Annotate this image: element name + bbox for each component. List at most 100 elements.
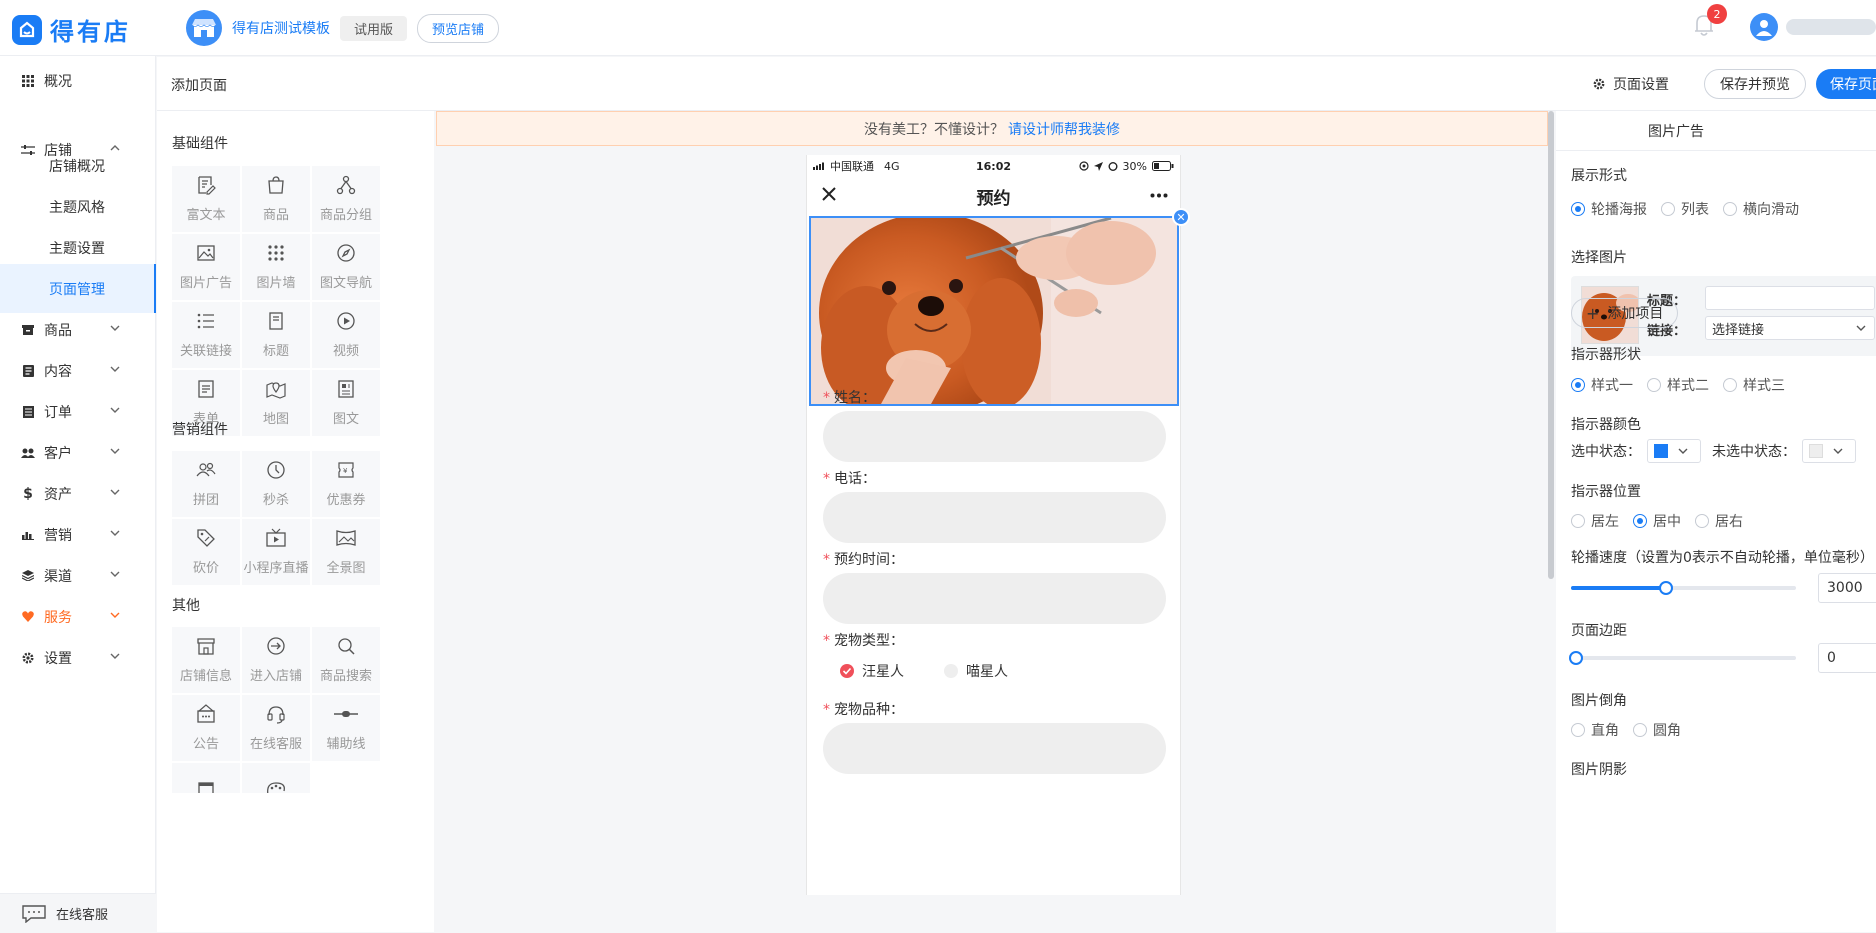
display-list-option[interactable]: 列表 [1661, 199, 1709, 219]
component-video[interactable]: 视频 [312, 302, 380, 368]
component-enter-store[interactable]: 进入店铺 [242, 627, 310, 693]
carousel-speed-slider[interactable] [1571, 581, 1796, 595]
component-image-wall[interactable]: 图片墙 [242, 234, 310, 300]
component-more-b[interactable] [242, 763, 310, 793]
trial-badge: 试用版 [340, 15, 408, 41]
page-margin-slider[interactable] [1569, 651, 1796, 665]
display-carousel-option[interactable]: 轮播海报 [1571, 199, 1647, 219]
sidebar: 概况 店铺 店铺概况 主题风格 主题设置 页面管理 商品 内容 订单 客户 $ … [0, 56, 156, 933]
appointment-time-input[interactable] [823, 573, 1166, 624]
component-bargain[interactable]: 砍价 [172, 519, 240, 585]
display-mode-radios: 轮播海报 列表 横向滑动 [1571, 199, 1813, 219]
component-mini-live[interactable]: 小程序直播 [242, 519, 310, 585]
brand-logo[interactable]: 得有店 [12, 12, 131, 47]
component-image-text[interactable]: 图文 [312, 370, 380, 436]
panorama-icon [335, 528, 357, 548]
component-store-info[interactable]: 店铺信息 [172, 627, 240, 693]
component-panorama[interactable]: 全景图 [312, 519, 380, 585]
component-divider[interactable]: 辅助线 [312, 695, 380, 761]
add-item-button[interactable]: + 添加项目 [1571, 298, 1679, 328]
battery-percent: 30% [1122, 159, 1147, 173]
pet-type-cat-option[interactable]: 喵星人 [944, 661, 1008, 681]
divider-line-icon [333, 704, 359, 724]
component-label: 地图 [262, 412, 289, 427]
component-rich-text[interactable]: 富文本 [172, 166, 240, 232]
user-avatar-icon [1750, 13, 1778, 41]
name-input[interactable] [823, 411, 1166, 462]
enter-arrow-icon [266, 636, 286, 656]
doc-icon [20, 364, 36, 377]
indicator-style-3-option[interactable]: 样式三 [1723, 375, 1785, 395]
component-related-links[interactable]: 关联链接 [172, 302, 240, 368]
notification-bell[interactable]: 2 [1693, 4, 1727, 37]
headset-icon [266, 704, 286, 724]
component-label: 商品 [262, 208, 289, 223]
position-right-option[interactable]: 居右 [1695, 511, 1743, 531]
sidebar-item-overview[interactable]: 概况 [0, 56, 156, 105]
component-flash-sale[interactable]: 秒杀 [242, 451, 310, 517]
carousel-speed-input[interactable]: 3000 [1818, 573, 1876, 603]
shop-avatar[interactable] [186, 10, 222, 46]
slider-handle[interactable] [1658, 581, 1673, 595]
sidebar-item-label: 服务 [44, 609, 72, 626]
chevron-down-icon [110, 488, 120, 496]
pet-breed-input[interactable] [823, 723, 1166, 774]
component-coupon[interactable]: ¥ 优惠券 [312, 451, 380, 517]
save-page-button[interactable]: 保存页面 [1816, 69, 1876, 99]
unselected-color-dropdown[interactable] [1802, 439, 1856, 463]
close-icon: ✕ [1176, 210, 1186, 224]
sidebar-item-settings[interactable]: 设置 [0, 633, 156, 682]
canvas-scrollbar[interactable] [1548, 111, 1554, 579]
item-title-input[interactable] [1705, 286, 1875, 310]
component-image-nav[interactable]: 图文导航 [312, 234, 380, 300]
component-announcement[interactable]: 公告 [172, 695, 240, 761]
remove-component-button[interactable]: ✕ [1172, 208, 1190, 226]
more-icon[interactable] [1150, 193, 1168, 198]
component-more-a[interactable] [172, 763, 240, 793]
save-and-preview-button[interactable]: 保存并预览 [1704, 69, 1806, 99]
page-settings-button[interactable]: 页面设置 [1593, 74, 1669, 94]
phone-input[interactable] [823, 492, 1166, 543]
gear-icon [1593, 78, 1605, 90]
component-label: 图片广告 [179, 276, 232, 291]
component-label: 优惠券 [326, 493, 366, 508]
indicator-style-1-option[interactable]: 样式一 [1571, 375, 1633, 395]
pet-type-dog-option[interactable]: 汪星人 [840, 661, 904, 681]
slider-handle[interactable] [1569, 651, 1583, 665]
checked-circle-icon [840, 664, 854, 678]
dog-grooming-photo [811, 218, 1177, 404]
hire-designer-link[interactable]: 请设计师帮我装修 [1008, 119, 1120, 139]
tv-play-icon [265, 528, 287, 548]
form-icon [196, 379, 216, 399]
position-left-option[interactable]: 居左 [1571, 511, 1619, 531]
component-group-buy[interactable]: 拼团 [172, 451, 240, 517]
map-pin-icon [266, 379, 286, 399]
phone-status-bar: 中国联通 4G 16:02 30% [807, 155, 1180, 177]
shop-name[interactable]: 得有店测试模板 [232, 18, 330, 38]
component-image-ad[interactable]: 图片广告 [172, 234, 240, 300]
component-product-group[interactable]: 商品分组 [312, 166, 380, 232]
position-center-option[interactable]: 居中 [1633, 511, 1681, 531]
component-product[interactable]: 商品 [242, 166, 310, 232]
component-heading[interactable]: 标题 [242, 302, 310, 368]
notification-count-badge: 2 [1707, 4, 1727, 24]
component-map[interactable]: 地图 [242, 370, 310, 436]
corner-round-option[interactable]: 圆角 [1633, 720, 1681, 740]
indicator-style-2-option[interactable]: 样式二 [1647, 375, 1709, 395]
corner-square-option[interactable]: 直角 [1571, 720, 1619, 740]
user-menu[interactable] [1750, 13, 1876, 41]
page-margin-input[interactable]: 0 [1818, 643, 1876, 673]
component-online-service[interactable]: 在线客服 [242, 695, 310, 761]
component-label: 店铺信息 [179, 669, 232, 684]
close-icon[interactable] [821, 186, 837, 202]
chevron-down-icon [110, 406, 120, 414]
component-product-search[interactable]: 商品搜索 [312, 627, 380, 693]
preview-shop-button[interactable]: 预览店铺 [417, 13, 500, 43]
online-customer-service[interactable]: 在线客服 [0, 893, 156, 933]
item-link-select[interactable]: 选择链接 [1705, 316, 1875, 340]
image-ad-banner[interactable] [809, 216, 1179, 406]
bullet-list-icon [196, 311, 216, 331]
selected-color-dropdown[interactable] [1647, 439, 1701, 463]
display-horizontal-option[interactable]: 横向滑动 [1723, 199, 1799, 219]
edit-doc-icon [196, 175, 216, 195]
